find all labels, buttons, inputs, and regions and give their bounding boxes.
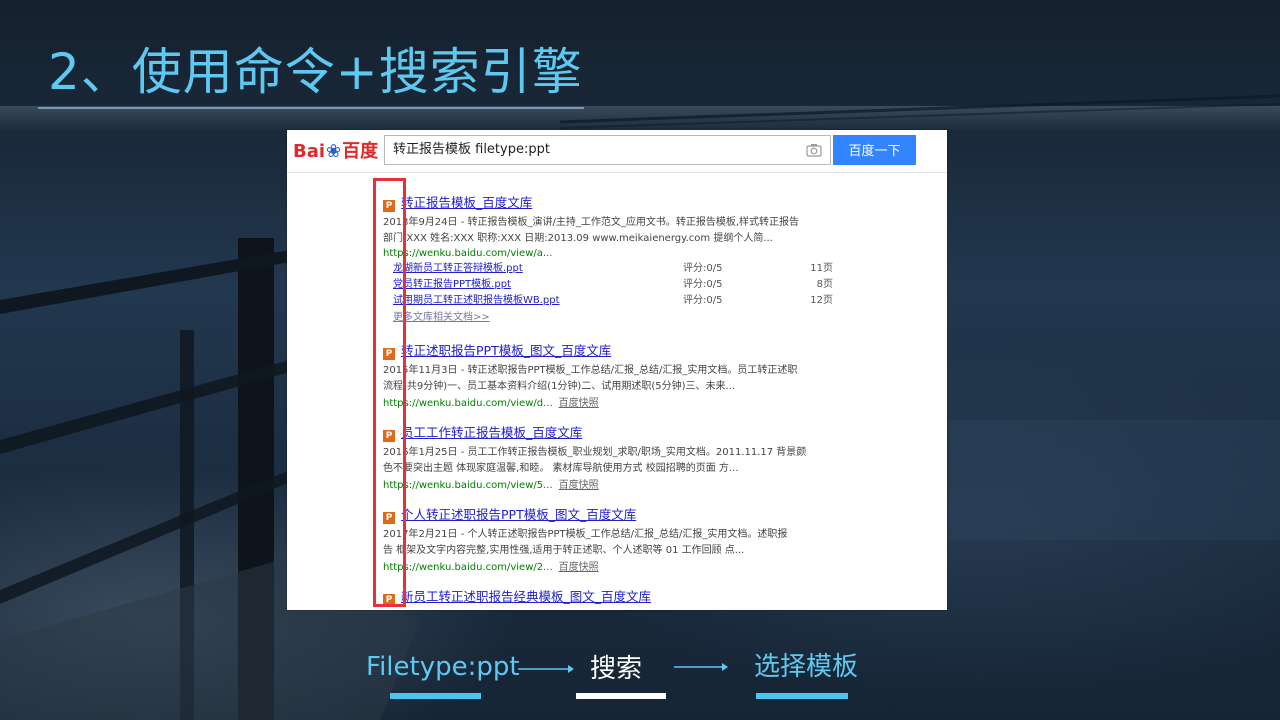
result-description: 2017年2月21日 - 个人转正述职报告PPT模板_工作总结/汇报_总结/汇报… xyxy=(383,529,788,556)
flow-step-filetype: Filetype:ppt xyxy=(366,652,520,682)
step-underline xyxy=(576,693,666,699)
flow-step-search: 搜索 xyxy=(590,654,643,684)
camera-icon[interactable] xyxy=(806,143,822,157)
step-underline xyxy=(390,693,481,699)
result-description: 2013年9月24日 - 转正报告模板_演讲/主持_工作范文_应用文书。转正报告… xyxy=(383,217,800,244)
snapshot-link[interactable]: 百度快照 xyxy=(559,480,599,491)
slide-title: 2、使用命令+搜索引擎 xyxy=(48,43,583,101)
result-url[interactable]: https://wenku.baidu.com/view/2... 百度快照 xyxy=(383,561,599,575)
result-url[interactable]: https://wenku.baidu.com/view/a... xyxy=(383,247,552,261)
result-description: 2016年1月25日 - 员工工作转正报告模板_职业规划_求职/职场_实用文档。… xyxy=(383,447,807,474)
related-document-row[interactable]: 党员转正报告PPT模板.ppt 评分:0/5 8页 xyxy=(393,277,833,293)
result-description: 2015年11月3日 - 转正述职报告PPT模板_工作总结/汇报_总结/汇报_实… xyxy=(383,365,798,392)
baidu-header: Bai❀百度 转正报告模板 filetype:ppt 百度一下 xyxy=(287,130,947,173)
result-url[interactable]: https://wenku.baidu.com/view/5... 百度快照 xyxy=(383,479,599,493)
related-document-row[interactable]: 试用期员工转正述职报告模板WB.ppt 评分:0/5 12页 xyxy=(393,293,833,309)
result-title-link[interactable]: P 员工工作转正报告模板_百度文库 xyxy=(383,424,582,442)
search-input[interactable]: 转正报告模板 filetype:ppt xyxy=(384,135,831,165)
arrow-right-icon xyxy=(518,665,574,673)
title-underline xyxy=(38,107,584,109)
result-url[interactable]: https://wenku.baidu.com/view/d... 百度快照 xyxy=(383,397,599,411)
arrow-right-icon xyxy=(674,663,728,671)
step-underline xyxy=(756,693,848,699)
result-title-link[interactable]: P 个人转正述职报告PPT模板_图文_百度文库 xyxy=(383,506,636,524)
baidu-logo[interactable]: Bai❀百度 xyxy=(293,139,378,165)
flow-step-select-template: 选择模板 xyxy=(754,652,859,682)
related-document-row[interactable]: 龙湖新员工转正答辩模板.ppt 评分:0/5 11页 xyxy=(393,261,833,277)
more-documents-link[interactable]: 更多文库相关文档>> xyxy=(393,311,490,325)
search-button[interactable]: 百度一下 xyxy=(833,135,916,165)
snapshot-link[interactable]: 百度快照 xyxy=(559,562,599,573)
related-documents: 龙湖新员工转正答辩模板.ppt 评分:0/5 11页 党员转正报告PPT模板.p… xyxy=(393,261,833,309)
result-title-link[interactable]: P 转正述职报告PPT模板_图文_百度文库 xyxy=(383,342,611,360)
paw-icon: ❀ xyxy=(326,141,342,162)
ppt-icon-highlight-box xyxy=(373,178,406,607)
search-input-value: 转正报告模板 filetype:ppt xyxy=(393,142,550,157)
snapshot-link[interactable]: 百度快照 xyxy=(559,398,599,409)
result-title-link[interactable]: P 新员工转正述职报告经典模板_图文_百度文库 xyxy=(383,588,651,606)
